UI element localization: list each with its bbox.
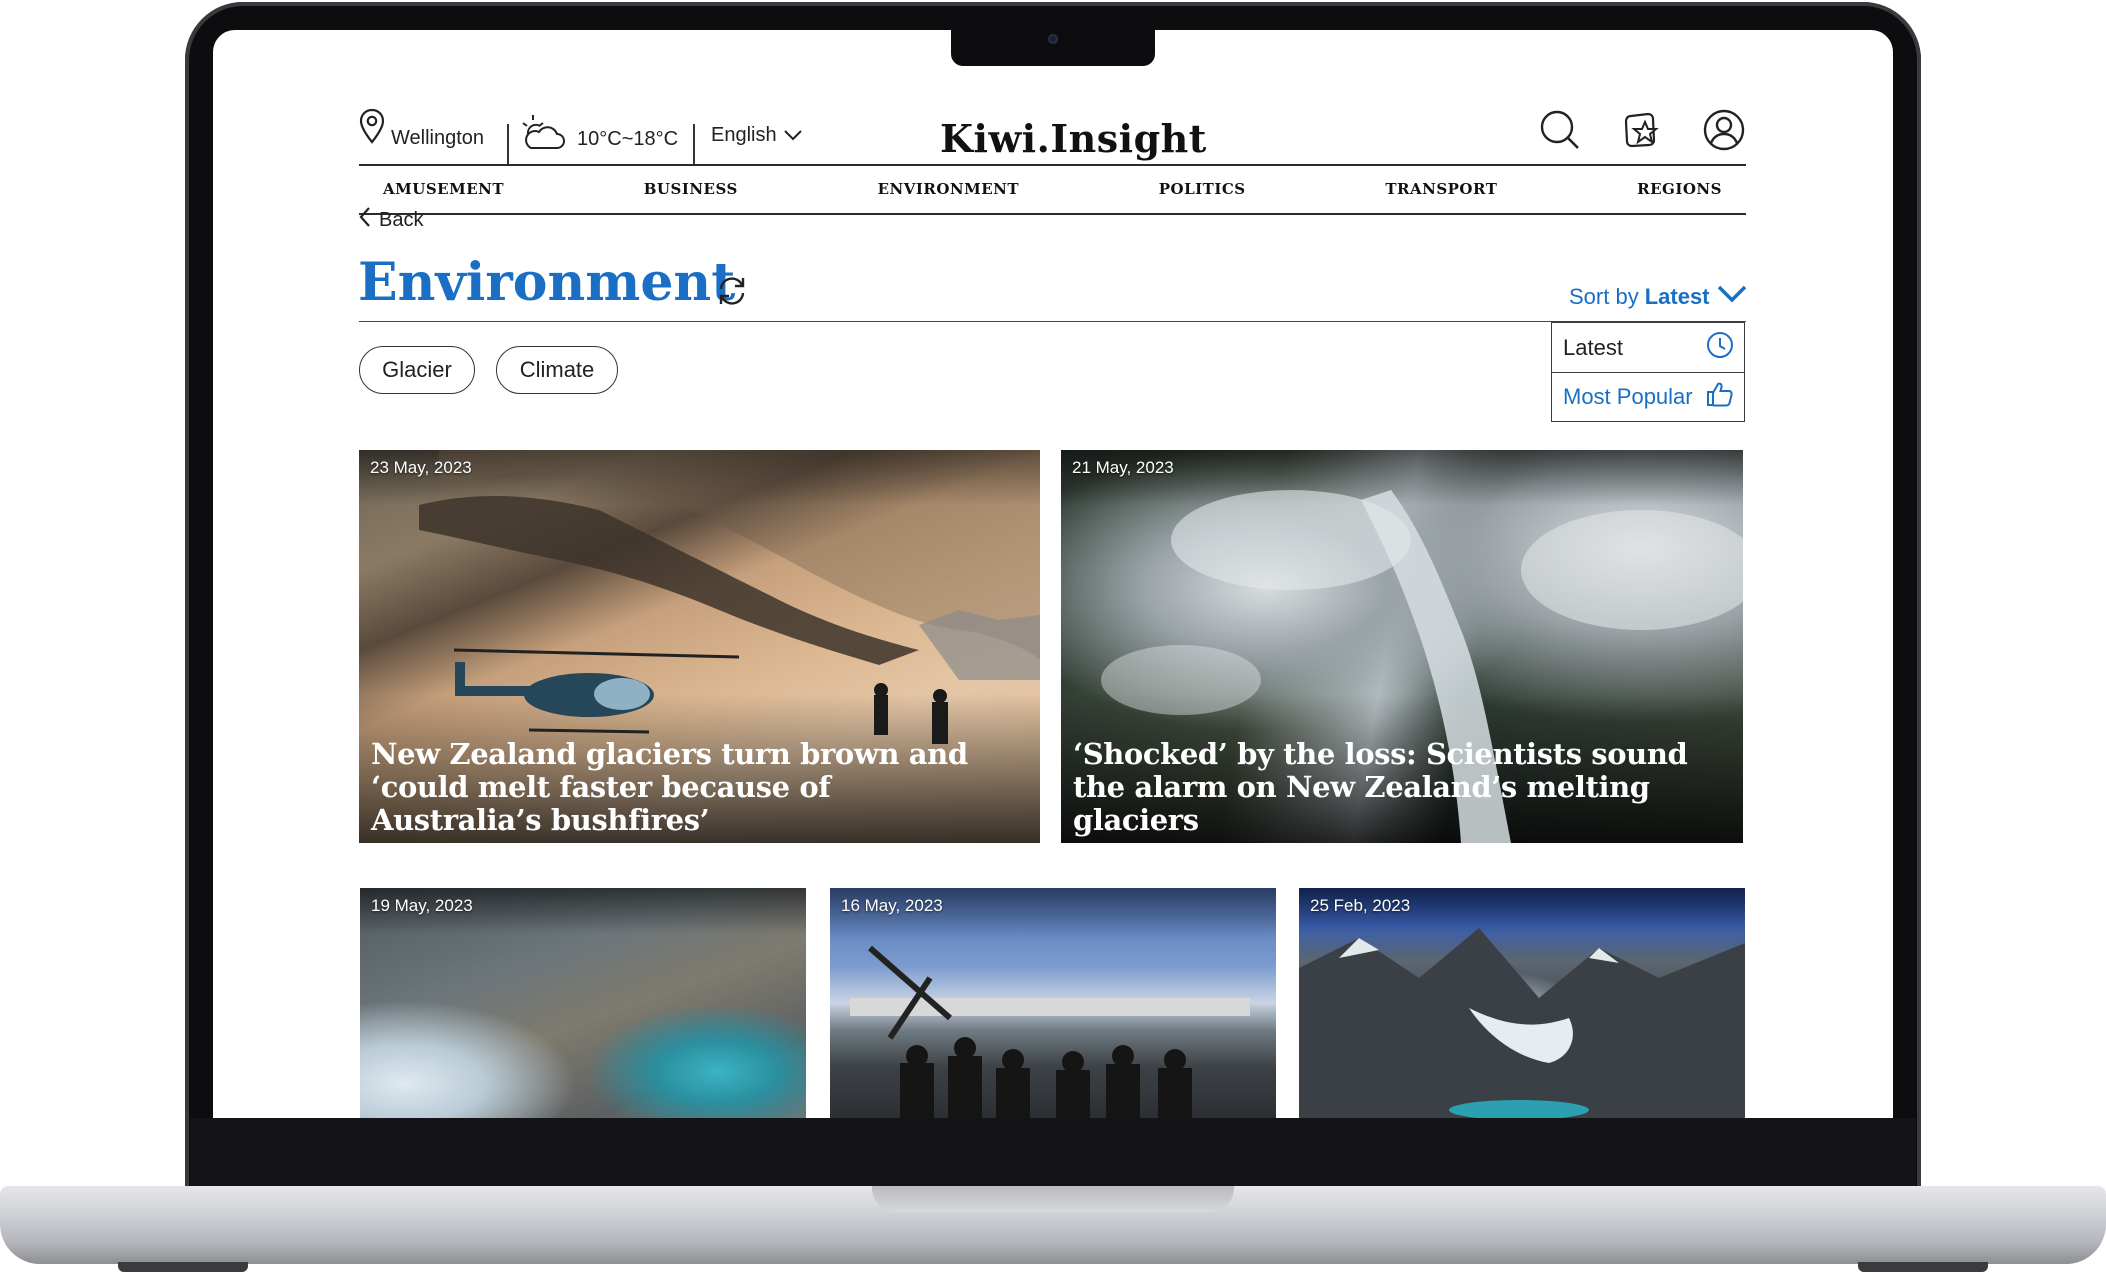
- screen: Wellington 10°C~18°C English Kiwi.Insigh…: [213, 30, 1893, 1118]
- article-date: 25 Feb, 2023: [1310, 896, 1411, 915]
- search-icon[interactable]: [1538, 108, 1582, 152]
- nav-item-politics[interactable]: POLITICS: [1159, 180, 1246, 198]
- article-card[interactable]: 21 May, 2023 ‘Shocked’ by the loss: Scie…: [1061, 450, 1743, 843]
- user-icon[interactable]: [1702, 108, 1746, 152]
- chevron-down-icon: [783, 124, 803, 147]
- category-nav: AMUSEMENT BUSINESS ENVIRONMENT POLITICS …: [359, 166, 1746, 212]
- nav-item-amusement[interactable]: AMUSEMENT: [383, 180, 504, 198]
- sort-toggle[interactable]: Sort by Latest: [1569, 284, 1748, 310]
- chevron-left-icon: [359, 206, 371, 234]
- camera-notch: [951, 28, 1155, 66]
- clock-icon: [1706, 331, 1734, 365]
- sort-option-label: Latest: [1563, 334, 1623, 360]
- thumbs-up-icon: [1706, 380, 1734, 414]
- title-rule: [359, 321, 1746, 322]
- location-label: Wellington: [391, 127, 485, 149]
- nav-item-environment[interactable]: ENVIRONMENT: [878, 180, 1019, 198]
- article-card[interactable]: 16 May, 2023: [830, 888, 1276, 1118]
- article-headline[interactable]: New Zealand glaciers turn brown and ‘cou…: [371, 738, 1000, 837]
- location-selector[interactable]: Wellington: [359, 108, 484, 154]
- article-card[interactable]: 23 May, 2023 New Zealand glaciers turn b…: [359, 450, 1040, 843]
- article-headline[interactable]: ‘Shocked’ by the loss: Scientists sound …: [1073, 738, 1703, 837]
- nav-item-business[interactable]: BUSINESS: [644, 180, 738, 198]
- sort-prefix: Sort by: [1569, 284, 1639, 309]
- temperature-label: 10°C~18°C: [577, 127, 679, 150]
- tag-label: Climate: [519, 357, 595, 382]
- sort-dropdown: Latest Most Popular: [1551, 322, 1745, 422]
- language-label: English: [711, 124, 777, 146]
- back-label: Back: [379, 208, 424, 231]
- laptop-foot-left: [118, 1262, 248, 1272]
- nav-item-regions[interactable]: REGIONS: [1637, 180, 1722, 198]
- article-date: 21 May, 2023: [1072, 458, 1174, 477]
- location-pin-icon: [359, 108, 385, 154]
- refresh-icon[interactable]: [715, 274, 749, 308]
- sort-option-most-popular[interactable]: Most Popular: [1552, 372, 1744, 421]
- top-bar: Wellington 10°C~18°C English Kiwi.Insigh…: [359, 78, 1746, 164]
- article-card[interactable]: 25 Feb, 2023: [1299, 888, 1745, 1118]
- article-card[interactable]: 19 May, 2023: [360, 888, 806, 1118]
- chevron-down-icon: [1716, 284, 1748, 310]
- bookmark-star-icon[interactable]: [1620, 108, 1664, 152]
- article-date: 16 May, 2023: [841, 896, 943, 915]
- article-image-mountain: [1299, 928, 1745, 1118]
- sort-option-latest[interactable]: Latest: [1552, 323, 1744, 372]
- article-date: 19 May, 2023: [371, 896, 473, 915]
- language-selector[interactable]: English: [711, 124, 803, 147]
- sort-option-label: Most Popular: [1563, 384, 1693, 409]
- nav-rule: [359, 213, 1746, 215]
- tag-chip-climate[interactable]: Climate: [496, 346, 618, 394]
- article-date: 23 May, 2023: [370, 458, 472, 477]
- weather-widget: 10°C~18°C: [519, 112, 678, 158]
- cloud-sun-icon: [519, 112, 565, 158]
- tag-label: Glacier: [382, 357, 452, 382]
- sort-value: Latest: [1644, 284, 1710, 309]
- nav-item-transport[interactable]: TRANSPORT: [1385, 180, 1497, 198]
- divider: [507, 124, 509, 164]
- header-actions: [1538, 108, 1746, 152]
- divider: [693, 124, 695, 164]
- laptop-base-notch: [872, 1186, 1234, 1212]
- page-title: Environment: [358, 252, 736, 313]
- brand-logo[interactable]: Kiwi.Insight: [940, 116, 1207, 161]
- laptop-chin: [190, 1118, 1916, 1190]
- tag-chip-glacier[interactable]: Glacier: [359, 346, 475, 394]
- back-button[interactable]: Back: [359, 206, 423, 234]
- laptop-foot-right: [1858, 1262, 1988, 1272]
- article-image-crew: [850, 945, 1250, 1118]
- camera-icon: [1048, 34, 1058, 44]
